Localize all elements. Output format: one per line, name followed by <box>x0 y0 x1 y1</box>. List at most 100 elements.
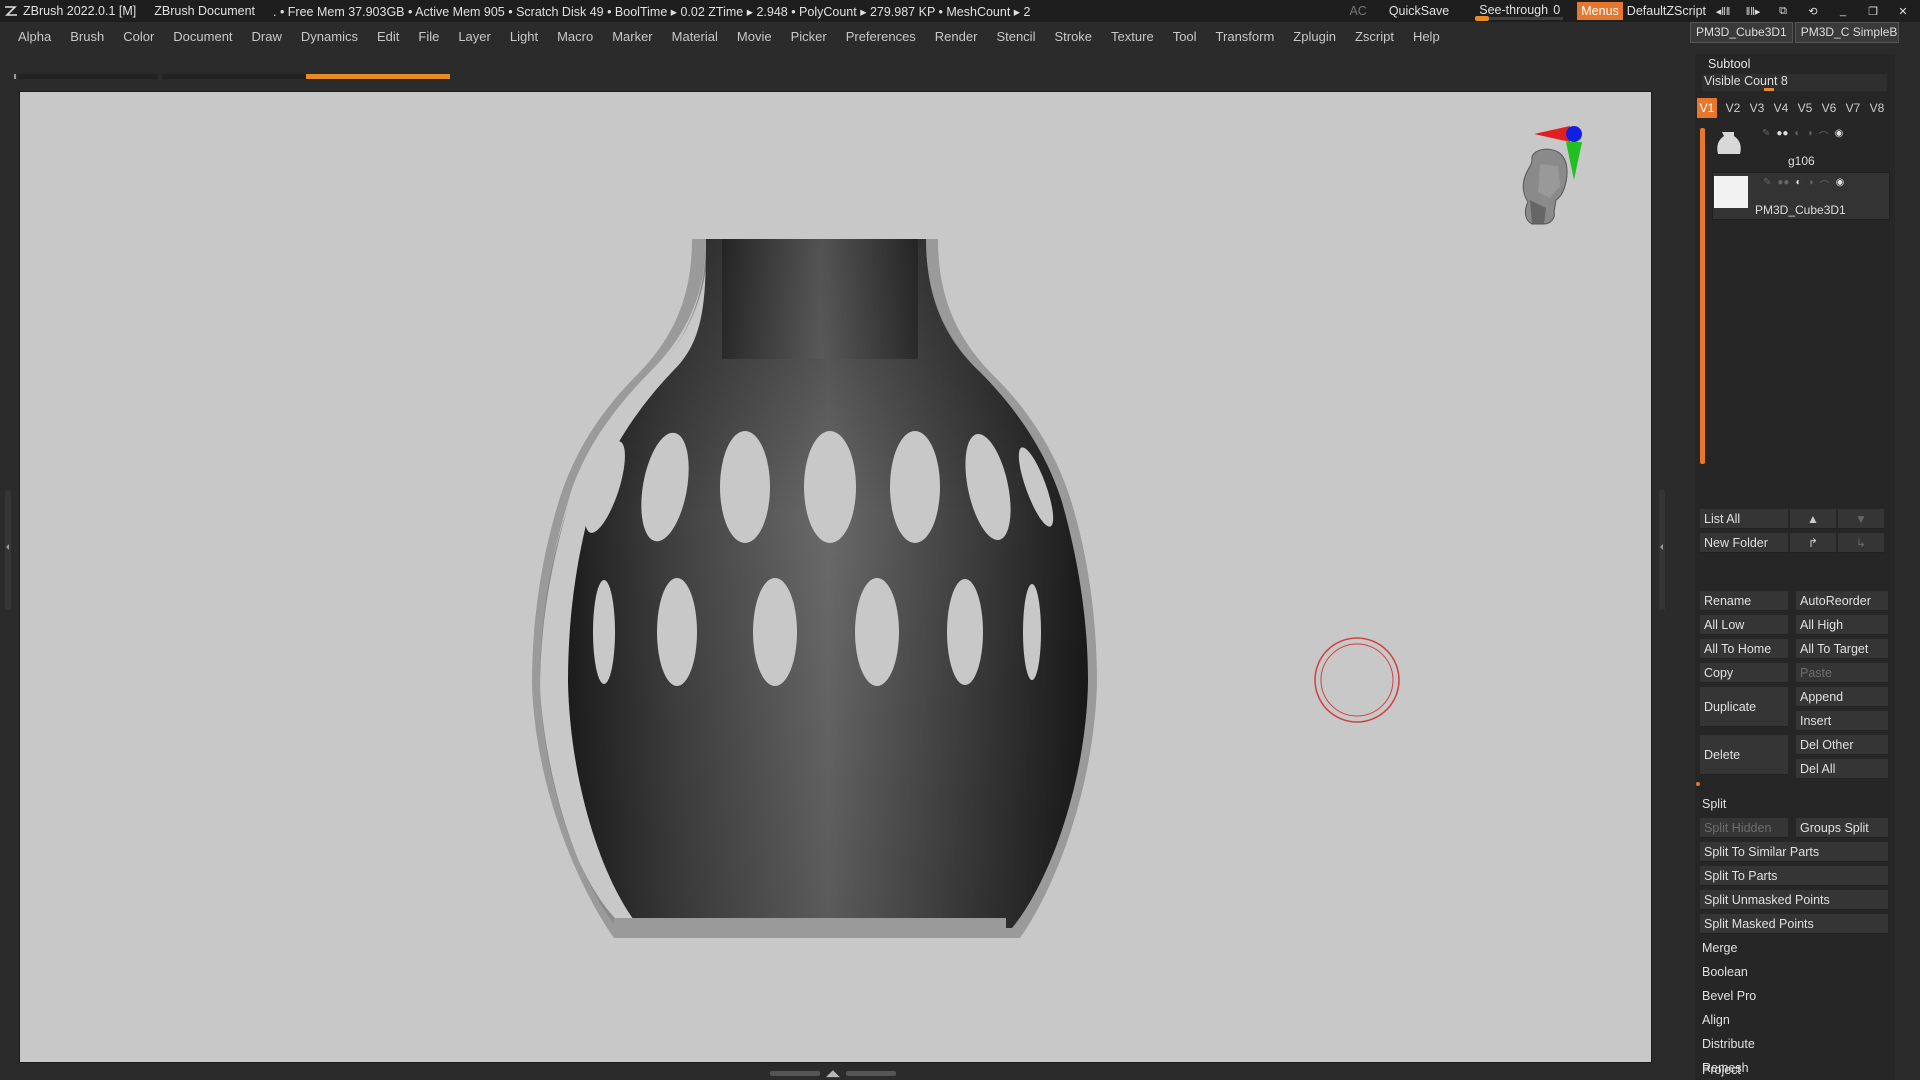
split-to-similar-parts-button[interactable]: Split To Similar Parts <box>1700 842 1888 862</box>
menu-layer[interactable]: Layer <box>458 29 491 44</box>
shelf-tab-1[interactable] <box>18 74 158 79</box>
menu-stroke[interactable]: Stroke <box>1054 29 1092 44</box>
rename-button[interactable]: Rename <box>1700 591 1788 611</box>
move-up-icon[interactable]: ▲ <box>1790 509 1836 529</box>
visible-count-knob[interactable] <box>1764 88 1774 91</box>
distribute-section-header[interactable]: Distribute <box>1702 1037 1755 1051</box>
polypaint-icon[interactable]: ●● <box>1776 128 1788 143</box>
menus-toggle-button[interactable]: Menus <box>1577 2 1623 20</box>
tool-tab-simple[interactable]: PM3D_C SimpleB <box>1794 22 1899 43</box>
boolean-section-header[interactable]: Boolean <box>1702 965 1748 979</box>
shelf-tab-active[interactable] <box>306 74 450 79</box>
all-low-button[interactable]: All Low <box>1700 615 1788 635</box>
restore-icon[interactable]: ❐ <box>1864 5 1882 18</box>
menu-file[interactable]: File <box>418 29 439 44</box>
merge-section-header[interactable]: Merge <box>1702 941 1737 955</box>
tool-tab-cube[interactable]: PM3D_Cube3D1 <box>1690 22 1793 43</box>
bevel-pro-section-header[interactable]: Bevel Pro <box>1702 989 1756 1003</box>
visibility-set-v5[interactable]: V5 <box>1793 98 1817 118</box>
solo-icon[interactable]: ◑ <box>1807 128 1813 143</box>
shelf-tab-2[interactable] <box>162 74 312 79</box>
list-all-button[interactable]: List All <box>1700 509 1788 529</box>
all-to-home-button[interactable]: All To Home <box>1700 639 1788 659</box>
ac-label[interactable]: AC <box>1349 4 1366 18</box>
duplicate-button[interactable]: Duplicate <box>1700 687 1788 727</box>
polypaint-icon[interactable]: ●● <box>1777 177 1789 192</box>
menu-help[interactable]: Help <box>1413 29 1440 44</box>
split-masked-points-button[interactable]: Split Masked Points <box>1700 914 1888 934</box>
menu-light[interactable]: Light <box>510 29 538 44</box>
del-all-button[interactable]: Del All <box>1796 759 1888 779</box>
menu-stencil[interactable]: Stencil <box>996 29 1035 44</box>
split-unmasked-points-button[interactable]: Split Unmasked Points <box>1700 890 1888 910</box>
visibility-set-v3[interactable]: V3 <box>1745 98 1769 118</box>
window-tile-icon[interactable]: ⧉ <box>1774 5 1792 18</box>
eye-icon[interactable]: ◉ <box>1835 128 1844 143</box>
all-high-button[interactable]: All High <box>1796 615 1888 635</box>
paste-button[interactable]: Paste <box>1796 663 1888 683</box>
folder-icon[interactable]: ⌒ <box>1819 128 1829 143</box>
folder-arrow-dim-icon[interactable]: ↳ <box>1838 533 1884 553</box>
menu-transform[interactable]: Transform <box>1216 29 1275 44</box>
right-tray-handle[interactable] <box>1659 490 1665 610</box>
vase-model[interactable] <box>20 92 1651 1062</box>
menu-texture[interactable]: Texture <box>1111 29 1154 44</box>
eye-icon[interactable]: ◉ <box>1836 177 1845 192</box>
all-to-target-button[interactable]: All To Target <box>1796 639 1888 659</box>
folder-arrow-icon[interactable]: ↱ <box>1790 533 1836 553</box>
visibility-set-v4[interactable]: V4 <box>1769 98 1793 118</box>
insert-button[interactable]: Insert <box>1796 711 1888 731</box>
visibility-set-v1[interactable]: V1 <box>1697 98 1717 118</box>
menu-dynamics[interactable]: Dynamics <box>301 29 358 44</box>
new-folder-button[interactable]: New Folder <box>1700 533 1788 553</box>
visibility-set-v2[interactable]: V2 <box>1721 98 1745 118</box>
project-section-header[interactable]: Project <box>1702 1063 1741 1077</box>
minimize-icon[interactable]: _ <box>1834 5 1852 18</box>
visibility-set-v7[interactable]: V7 <box>1841 98 1865 118</box>
menu-tool[interactable]: Tool <box>1173 29 1197 44</box>
menu-draw[interactable]: Draw <box>252 29 282 44</box>
solo-icon[interactable]: ◑ <box>1808 177 1814 192</box>
menu-document[interactable]: Document <box>173 29 232 44</box>
menu-zscript[interactable]: Zscript <box>1355 29 1394 44</box>
menu-zplugin[interactable]: Zplugin <box>1293 29 1336 44</box>
brush-icon[interactable]: ✎ <box>1762 128 1770 143</box>
append-button[interactable]: Append <box>1796 687 1888 707</box>
ui-layout-left-icon[interactable]: ◂‖‖ <box>1714 5 1732 18</box>
quicksave-button[interactable]: QuickSave <box>1389 4 1449 18</box>
menu-material[interactable]: Material <box>672 29 718 44</box>
subtool-item-g106[interactable]: ✎ ●● ◐ ◑ ⌒ ◉ g106 <box>1712 124 1888 172</box>
split-hidden-button[interactable]: Split Hidden <box>1700 818 1788 838</box>
menu-render[interactable]: Render <box>935 29 978 44</box>
menu-picker[interactable]: Picker <box>791 29 827 44</box>
menu-marker[interactable]: Marker <box>612 29 652 44</box>
folder-icon[interactable]: ⌒ <box>1820 177 1830 192</box>
brush-icon[interactable]: ✎ <box>1763 177 1771 192</box>
dynamic-icon[interactable]: ◐ <box>1794 128 1800 143</box>
close-icon[interactable]: ✕ <box>1894 5 1912 18</box>
visible-count-slider[interactable]: Visible Count 8 <box>1702 74 1887 91</box>
dynamic-icon[interactable]: ◐ <box>1795 177 1801 192</box>
default-zscript-button[interactable]: DefaultZScript <box>1627 4 1706 18</box>
visibility-set-v6[interactable]: V6 <box>1817 98 1841 118</box>
left-tray-handle[interactable] <box>5 490 11 610</box>
subtool-scrollbar[interactable] <box>1700 128 1705 464</box>
menu-brush[interactable]: Brush <box>70 29 104 44</box>
delete-button[interactable]: Delete <box>1700 735 1788 775</box>
menu-alpha[interactable]: Alpha <box>18 29 51 44</box>
menu-color[interactable]: Color <box>123 29 154 44</box>
align-section-header[interactable]: Align <box>1702 1013 1730 1027</box>
move-down-icon[interactable]: ▼ <box>1838 509 1884 529</box>
menu-movie[interactable]: Movie <box>737 29 772 44</box>
menu-macro[interactable]: Macro <box>557 29 593 44</box>
split-section-header[interactable]: Split <box>1702 797 1726 811</box>
menu-edit[interactable]: Edit <box>377 29 399 44</box>
subtool-item-cube[interactable]: ✎ ●● ◐ ◑ ⌒ ◉ PM3D_Cube3D1 <box>1712 172 1890 220</box>
menu-preferences[interactable]: Preferences <box>846 29 916 44</box>
tray-toggle-icon[interactable]: ◢◣ <box>826 1069 840 1078</box>
see-through-knob[interactable] <box>1475 16 1490 21</box>
canvas-viewport[interactable] <box>19 91 1652 1063</box>
see-through-slider[interactable]: See-through 0 <box>1475 0 1565 22</box>
autoreorder-button[interactable]: AutoReorder <box>1796 591 1888 611</box>
copy-button[interactable]: Copy <box>1700 663 1788 683</box>
